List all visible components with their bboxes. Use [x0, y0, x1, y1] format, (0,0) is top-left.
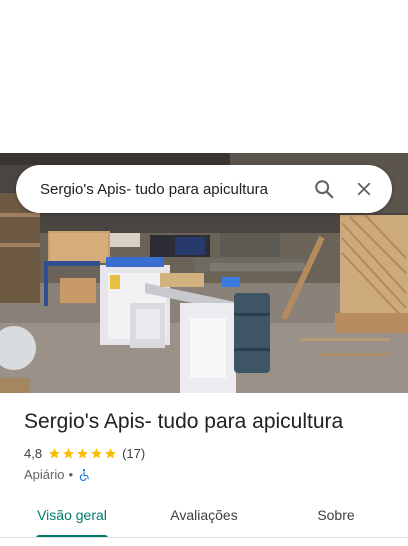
- close-icon[interactable]: [344, 169, 384, 209]
- tab-about[interactable]: Sobre: [264, 494, 408, 538]
- star-icon: [91, 448, 102, 459]
- search-bar[interactable]: Sergio's Apis- tudo para apicultura: [16, 165, 392, 213]
- review-count[interactable]: (17): [122, 446, 145, 461]
- place-category: Apiário: [24, 467, 65, 482]
- star-icon: [77, 448, 88, 459]
- search-input[interactable]: Sergio's Apis- tudo para apicultura: [16, 181, 304, 198]
- place-page: Sergio's Apis- tudo para apicultura Serg…: [0, 0, 408, 546]
- tab-reviews-label: Avaliações: [170, 507, 238, 523]
- tab-bar: Visão geral Avaliações Sobre: [0, 494, 408, 538]
- tabs-divider: [0, 537, 408, 538]
- place-title: Sergio's Apis- tudo para apicultura: [24, 410, 344, 433]
- tab-overview-label: Visão geral: [37, 507, 107, 523]
- rating-row[interactable]: 4,8 (17): [24, 446, 145, 461]
- rating-stars: [48, 447, 118, 460]
- category-row: Apiário •: [24, 467, 91, 482]
- search-icon[interactable]: [304, 169, 344, 209]
- separator-dot: •: [68, 467, 74, 482]
- tab-reviews[interactable]: Avaliações: [144, 494, 264, 538]
- tab-about-label: Sobre: [317, 507, 355, 523]
- star-icon: [63, 448, 74, 459]
- star-icon: [105, 448, 116, 459]
- rating-value: 4,8: [24, 446, 43, 461]
- wheelchair-icon: [79, 468, 89, 481]
- tab-overview[interactable]: Visão geral: [0, 494, 144, 538]
- star-icon: [49, 448, 60, 459]
